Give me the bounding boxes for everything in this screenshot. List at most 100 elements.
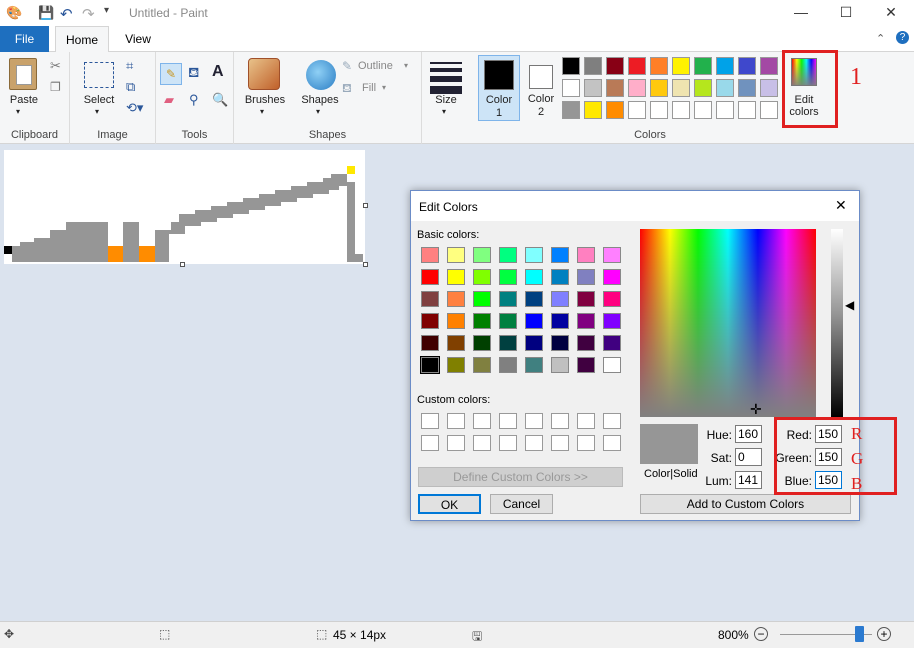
custom-color-swatch[interactable]: [603, 435, 621, 451]
basic-color-swatch[interactable]: [420, 356, 440, 374]
outline-button[interactable]: Outline: [358, 60, 393, 72]
cut-icon[interactable]: ✂: [50, 58, 61, 74]
custom-color-swatch[interactable]: [473, 413, 491, 429]
fill-button[interactable]: Fill: [362, 82, 376, 94]
zoom-slider-thumb[interactable]: [855, 626, 864, 642]
crop-icon[interactable]: ⌗: [126, 58, 133, 74]
shapes-button[interactable]: Shapes: [298, 94, 342, 106]
palette-swatch[interactable]: [760, 57, 778, 75]
magnifier-icon[interactable]: 🔍: [212, 92, 228, 108]
basic-color-swatch[interactable]: [499, 269, 517, 285]
custom-color-swatch[interactable]: [525, 413, 543, 429]
undo-icon[interactable]: ↶: [60, 5, 73, 23]
luminance-slider[interactable]: [831, 229, 843, 417]
palette-swatch[interactable]: [650, 57, 668, 75]
palette-swatch[interactable]: [628, 101, 646, 119]
resize-handle-bottom[interactable]: [180, 262, 185, 267]
basic-color-swatch[interactable]: [525, 291, 543, 307]
basic-color-swatch[interactable]: [473, 291, 491, 307]
minimize-button[interactable]: —: [778, 2, 824, 24]
dialog-close-icon[interactable]: ✕: [835, 197, 847, 214]
palette-swatch[interactable]: [716, 57, 734, 75]
drawing-canvas[interactable]: [4, 150, 368, 267]
basic-color-swatch[interactable]: [499, 291, 517, 307]
palette-swatch[interactable]: [606, 101, 624, 119]
palette-swatch[interactable]: [628, 57, 646, 75]
lum-field[interactable]: 141: [735, 471, 762, 489]
basic-color-swatch[interactable]: [473, 269, 491, 285]
select-icon[interactable]: [84, 62, 114, 88]
palette-swatch[interactable]: [694, 79, 712, 97]
basic-color-swatch[interactable]: [525, 357, 543, 373]
close-window-button[interactable]: ✕: [868, 2, 914, 24]
basic-color-swatch[interactable]: [577, 357, 595, 373]
size-button[interactable]: Size: [426, 94, 466, 106]
collapse-ribbon-icon[interactable]: ⌃: [876, 32, 885, 45]
custom-color-swatch[interactable]: [421, 435, 439, 451]
tab-view[interactable]: View: [115, 26, 161, 52]
basic-color-swatch[interactable]: [499, 313, 517, 329]
basic-color-swatch[interactable]: [551, 313, 569, 329]
pencil-icon[interactable]: ✎: [160, 63, 182, 85]
resize-handle-right[interactable]: [363, 203, 368, 208]
palette-swatch[interactable]: [562, 57, 580, 75]
paste-dropdown-icon[interactable]: ▾: [16, 107, 20, 116]
customize-toolbar-icon[interactable]: ▾: [104, 5, 109, 16]
paste-button[interactable]: Paste: [4, 94, 44, 106]
basic-color-swatch[interactable]: [603, 291, 621, 307]
paste-icon[interactable]: [9, 58, 37, 90]
palette-swatch[interactable]: [738, 57, 756, 75]
palette-swatch[interactable]: [606, 57, 624, 75]
custom-color-swatch[interactable]: [603, 413, 621, 429]
palette-swatch[interactable]: [716, 101, 734, 119]
basic-color-swatch[interactable]: [603, 247, 621, 263]
palette-swatch[interactable]: [694, 101, 712, 119]
shapes-icon[interactable]: [306, 60, 336, 90]
custom-color-swatch[interactable]: [551, 435, 569, 451]
size-dropdown-icon[interactable]: ▾: [442, 107, 446, 116]
basic-color-swatch[interactable]: [603, 269, 621, 285]
fill-bucket-icon[interactable]: ⛾: [188, 64, 199, 83]
basic-color-swatch[interactable]: [525, 269, 543, 285]
shapes-dropdown-icon[interactable]: ▾: [316, 107, 320, 116]
basic-color-swatch[interactable]: [473, 247, 491, 263]
basic-color-swatch[interactable]: [421, 247, 439, 263]
brushes-icon[interactable]: [248, 58, 280, 90]
basic-color-swatch[interactable]: [577, 335, 595, 351]
basic-color-swatch[interactable]: [551, 291, 569, 307]
custom-color-swatch[interactable]: [421, 413, 439, 429]
zoom-out-icon[interactable]: −: [754, 627, 768, 641]
basic-color-swatch[interactable]: [577, 291, 595, 307]
basic-color-swatch[interactable]: [447, 269, 465, 285]
tab-home[interactable]: Home: [55, 26, 109, 53]
basic-color-swatch[interactable]: [525, 313, 543, 329]
basic-color-swatch[interactable]: [447, 357, 465, 373]
palette-swatch[interactable]: [562, 101, 580, 119]
basic-color-swatch[interactable]: [473, 357, 491, 373]
basic-color-swatch[interactable]: [499, 335, 517, 351]
palette-swatch[interactable]: [672, 79, 690, 97]
palette-swatch[interactable]: [650, 79, 668, 97]
rotate-icon[interactable]: ⟲▾: [126, 100, 143, 116]
palette-swatch[interactable]: [650, 101, 668, 119]
basic-color-swatch[interactable]: [447, 247, 465, 263]
palette-swatch[interactable]: [584, 57, 602, 75]
brushes-dropdown-icon[interactable]: ▾: [260, 107, 264, 116]
copy-icon[interactable]: ❐: [50, 80, 61, 94]
basic-color-swatch[interactable]: [551, 357, 569, 373]
basic-color-swatch[interactable]: [421, 269, 439, 285]
select-dropdown-icon[interactable]: ▾: [95, 107, 99, 116]
basic-color-swatch[interactable]: [447, 291, 465, 307]
palette-swatch[interactable]: [562, 79, 580, 97]
basic-color-swatch[interactable]: [525, 247, 543, 263]
basic-color-swatch[interactable]: [421, 291, 439, 307]
basic-color-swatch[interactable]: [603, 313, 621, 329]
add-to-custom-colors-button[interactable]: Add to Custom Colors: [640, 494, 851, 514]
custom-color-swatch[interactable]: [447, 413, 465, 429]
basic-color-swatch[interactable]: [577, 269, 595, 285]
define-custom-colors-button[interactable]: Define Custom Colors >>: [418, 467, 623, 487]
basic-color-swatch[interactable]: [473, 313, 491, 329]
basic-color-swatch[interactable]: [577, 313, 595, 329]
palette-swatch[interactable]: [716, 79, 734, 97]
palette-swatch[interactable]: [672, 57, 690, 75]
